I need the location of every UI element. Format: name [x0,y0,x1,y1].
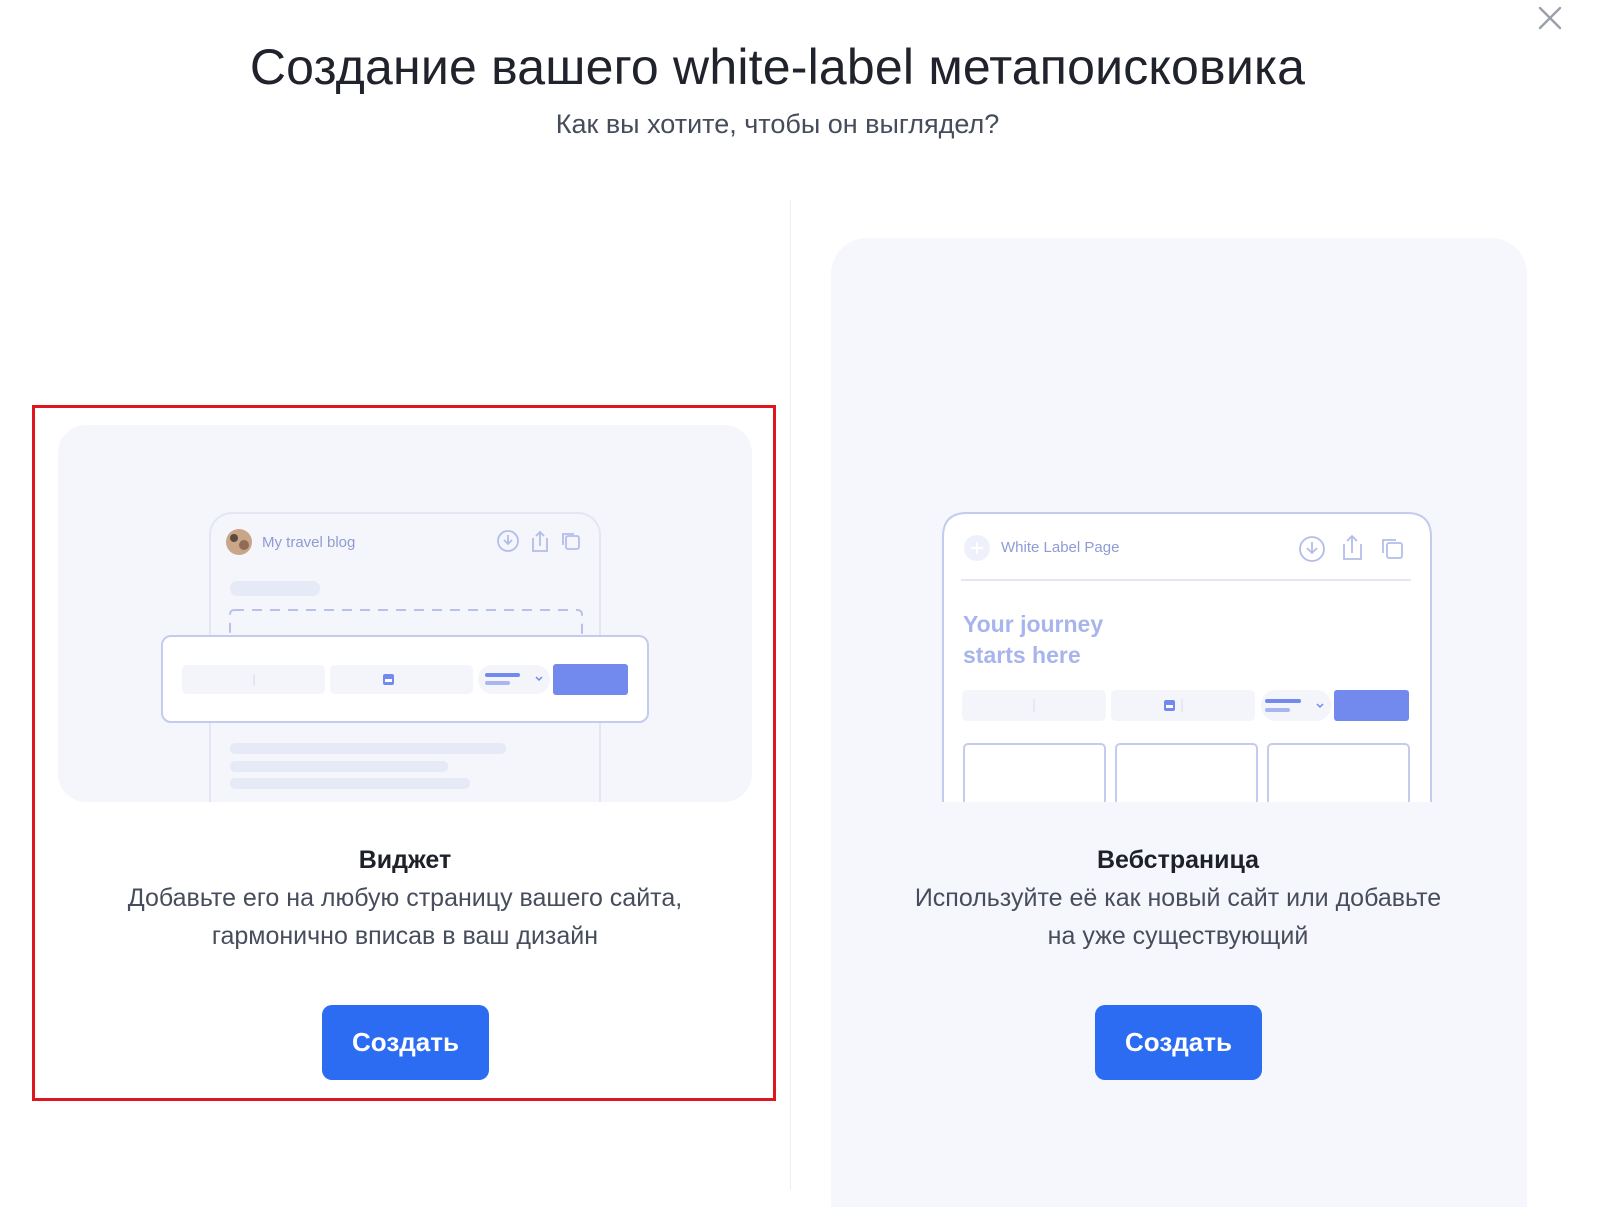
calendar-icon [383,674,394,685]
preview-headline: Your journey starts here [963,609,1103,671]
webpage-description-line: на уже существующий [1047,922,1309,950]
create-widget-button[interactable]: Создать [322,1005,489,1080]
webpage-preview: White Label Page [831,425,1527,802]
close-icon [1538,6,1562,30]
webpage-preview-illustration [942,512,1432,802]
widget-description-line: гармонично вписав в ваш дизайн [211,922,599,950]
preview-headline-line: starts here [963,642,1081,668]
webpage-title: Вебстраница [1096,846,1260,874]
avatar [226,529,252,555]
dialog-subtitle: Как вы хотите, чтобы он выглядел? [555,109,1000,139]
close-button[interactable] [1536,4,1564,32]
widget-description: Добавьте его на любую страницу вашего са… [58,879,752,955]
dialog-title: Создание вашего white-label метапоискови… [249,39,1306,95]
preview-headline-line: Your journey [963,611,1104,637]
widget-preview-illustration [161,512,649,802]
widget-title: Виджет [358,846,452,874]
widget-description-line: Добавьте его на любую страницу вашего са… [127,884,683,912]
column-divider [790,200,791,1190]
widget-preview: My travel blog [58,425,752,802]
create-webpage-button[interactable]: Создать [1095,1005,1262,1080]
preview-site-name: White Label Page [1001,539,1120,556]
calendar-icon [1164,700,1175,711]
webpage-description: Используйте её как новый сайт или добавь… [831,879,1525,955]
plus-icon [964,535,990,561]
webpage-description-line: Используйте её как новый сайт или добавь… [914,884,1442,912]
preview-site-name: My travel blog [262,534,356,551]
